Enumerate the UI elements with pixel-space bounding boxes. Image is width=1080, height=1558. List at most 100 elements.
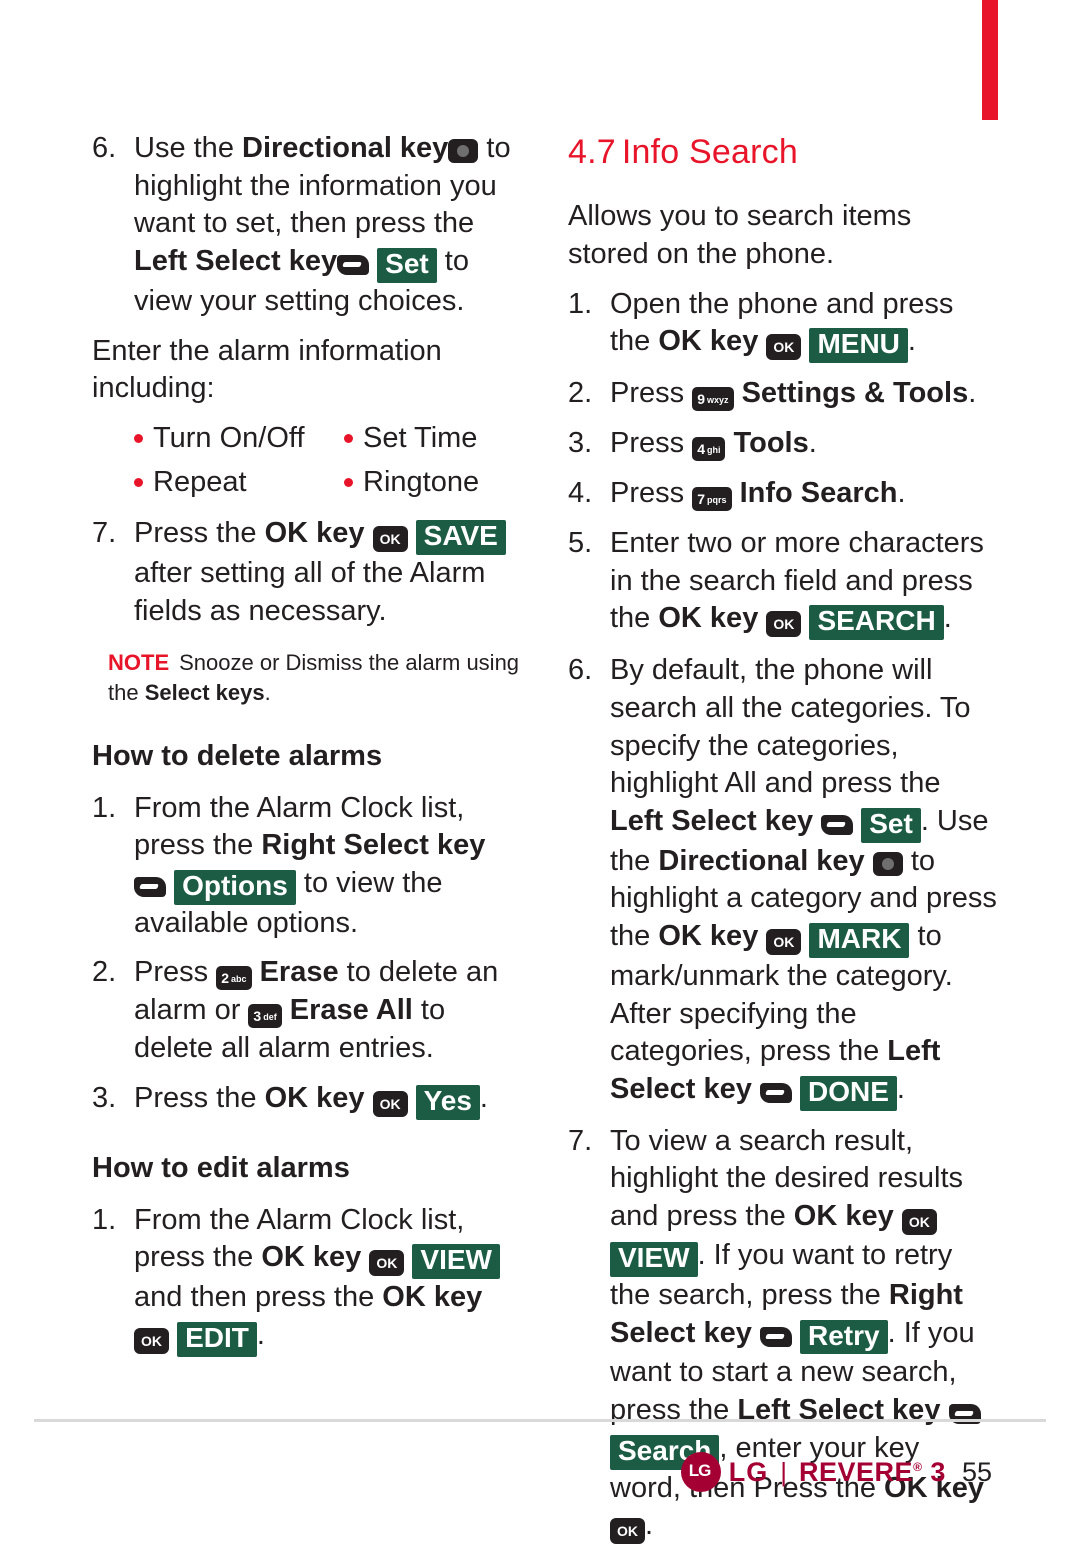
list-item: Turn On/Off	[134, 420, 344, 458]
text-bold: OK key	[382, 1281, 483, 1314]
list-item: 2. Press 9 wxyz Settings & Tools.	[568, 375, 998, 413]
note-label: NOTE	[108, 650, 170, 676]
softkey-label-set: Set	[377, 248, 437, 283]
text-fragment: .	[968, 377, 977, 410]
list-item: Set Time	[344, 420, 477, 458]
list-item: 1. From the Alarm Clock list, press the …	[92, 790, 522, 943]
text-fragment: Press the	[134, 1082, 265, 1115]
ok-key-icon: OK	[610, 1518, 645, 1545]
bullet-row: Turn On/Off Set Time	[134, 420, 522, 458]
step-text: Press 7 pqrs Info Search.	[610, 475, 998, 513]
step-number: 3.	[92, 1082, 117, 1115]
text-fragment: Press	[610, 477, 693, 510]
step-text: Use the Directional key to highlight the…	[134, 130, 522, 321]
ok-key-icon: OK	[766, 611, 802, 638]
step-text: From the Alarm Clock list, press the Rig…	[134, 790, 522, 943]
list-item: 7. Press the OK key OK SAVE after settin…	[92, 515, 522, 630]
step-number: 6.	[92, 132, 117, 164]
step-number: 3.	[568, 427, 593, 460]
step-number: 1.	[92, 1203, 117, 1236]
model-text: REVERE	[799, 1456, 914, 1487]
step-text: Press 4 ghi Tools.	[610, 425, 998, 463]
text-bold: Erase All	[289, 994, 413, 1027]
step-text: Press 2 abc Erase to delete an alarm or 3…	[134, 954, 522, 1068]
bullet-dot-icon	[344, 433, 353, 443]
bullet-label: Set Time	[363, 421, 478, 454]
key-letters: ghi	[706, 445, 721, 456]
bullet-label: Turn On/Off	[153, 421, 305, 454]
soft-select-key-icon	[759, 1326, 792, 1347]
step-number: 7.	[568, 1124, 593, 1157]
list-item: 3. Press 4 ghi Tools.	[568, 425, 998, 463]
page-number: 55	[961, 1456, 992, 1487]
text-bold: OK key	[261, 1241, 362, 1274]
key-digit: 9	[697, 391, 705, 408]
text-bold: Directional key	[658, 844, 865, 877]
text-fragment: .	[479, 1082, 488, 1115]
ok-key-icon: OK	[134, 1327, 169, 1354]
text-fragment: .	[896, 1073, 905, 1105]
ok-key-icon: OK	[369, 1250, 405, 1277]
ok-key-icon: OK	[901, 1209, 937, 1236]
text-bold: OK key	[264, 1082, 365, 1115]
section-intro: Allows you to search items stored on the…	[568, 200, 912, 270]
bullet-label: Ringtone	[363, 465, 480, 498]
footer-divider-pipe: |	[780, 1456, 788, 1487]
step-number: 5.	[568, 527, 593, 560]
keypad-2-icon: 2 abc	[216, 966, 252, 991]
key-letters: wxyz	[706, 395, 729, 406]
text-fragment: .	[256, 1318, 265, 1351]
page-footer: LG LG | REVERE® 3 55	[680, 1452, 992, 1492]
trademark-icon: ®	[913, 1459, 923, 1474]
list-item: 6. Use the Directional key to highlight …	[92, 130, 522, 321]
bullet-label: Repeat	[153, 465, 247, 498]
step-number: 7.	[92, 517, 117, 550]
list-item: 1. From the Alarm Clock list, press the …	[92, 1202, 522, 1357]
lg-wordmark: LG	[728, 1456, 769, 1487]
list-item: 4. Press 7 pqrs Info Search.	[568, 475, 998, 513]
softkey-label-mark: MARK	[809, 923, 910, 958]
key-letters: pqrs	[706, 495, 727, 506]
text-bold: Left Select key	[134, 245, 338, 278]
ok-key-icon: OK	[372, 526, 408, 553]
text-fragment: Press the	[134, 517, 265, 550]
alarm-fields-bullets: Turn On/Off Set Time Repeat Ringtone	[134, 420, 522, 501]
directional-key-icon	[448, 139, 479, 163]
text-bold: Tools	[733, 427, 809, 460]
key-digit: 3	[253, 1008, 262, 1025]
step-text: Press the OK key OK SAVE after setting a…	[134, 515, 522, 630]
softkey-label-search: SEARCH	[809, 605, 944, 641]
text-fragment: .	[808, 427, 817, 460]
softkey-label-done: DONE	[800, 1076, 897, 1111]
text-bold: Left Select key	[610, 804, 814, 837]
text-bold: OK key	[264, 517, 365, 550]
step-number: 1.	[568, 287, 593, 320]
list-item: 2. Press 2 abc Erase to delete an alarm o…	[92, 954, 522, 1068]
list-item: 3. Press the OK key OK Yes.	[92, 1080, 522, 1120]
softkey-label-options: Options	[174, 869, 296, 905]
bullet-dot-icon	[344, 477, 353, 487]
list-item: 5. Enter two or more characters in the s…	[568, 525, 998, 641]
step-number: 6.	[568, 654, 593, 687]
soft-select-key-icon	[337, 255, 370, 276]
model-suffix: 3	[930, 1456, 946, 1487]
key-letters: def	[263, 1012, 277, 1023]
text-bold: Directional key	[242, 132, 449, 164]
right-column: 4. 7 Info Search Allows you to search item…	[568, 130, 998, 1558]
text-bold: OK key	[658, 325, 759, 358]
enter-alarm-info-text: Enter the alarm information including:	[92, 334, 442, 405]
softkey-label-edit: EDIT	[177, 1321, 257, 1357]
key-digit: 7	[697, 491, 705, 508]
step-number: 4.	[568, 477, 593, 510]
softkey-label-retry: Retry	[800, 1319, 888, 1355]
ok-key-icon: OK	[766, 334, 802, 361]
bullet-dot-icon	[134, 433, 143, 443]
list-item: 1. Open the phone and press the OK key O…	[568, 286, 998, 364]
softkey-label-view: VIEW	[412, 1244, 500, 1280]
text-fragment: .	[907, 325, 916, 358]
bullet-dot-icon	[134, 477, 143, 487]
keypad-4-icon: 4 ghi	[692, 437, 726, 462]
step-text: Press the OK key OK Yes.	[134, 1080, 522, 1120]
text-bold: Info Search	[739, 477, 898, 510]
keypad-3-icon: 3 def	[248, 1004, 282, 1029]
